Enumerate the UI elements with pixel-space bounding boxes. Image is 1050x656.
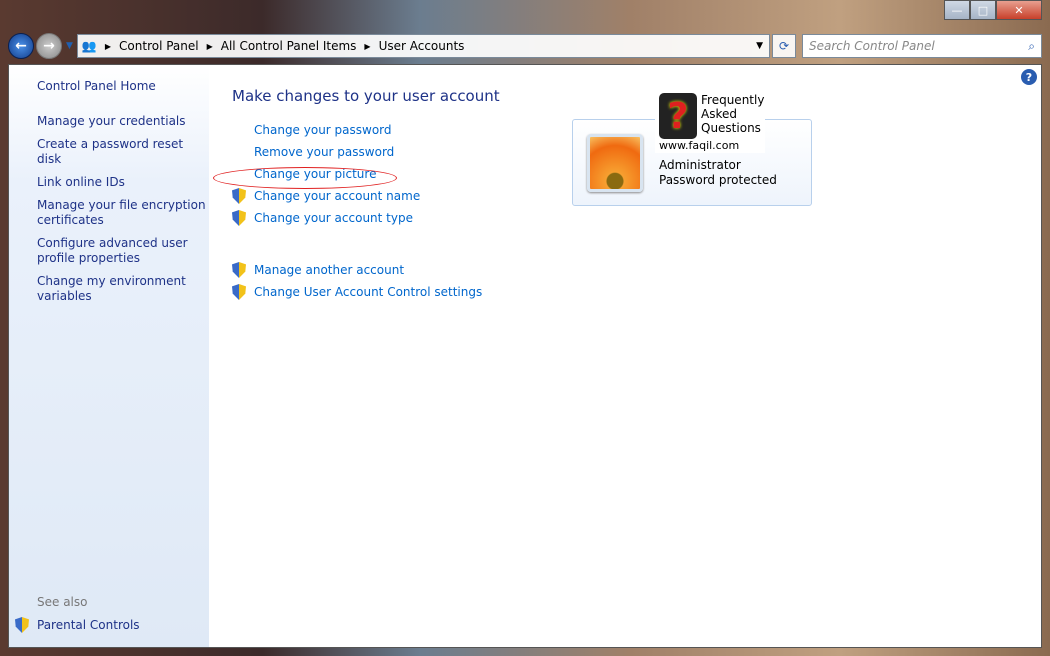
chevron-right-icon: ▶ xyxy=(104,41,112,51)
uac-shield-icon xyxy=(232,284,246,300)
chevron-right-icon[interactable]: ▶ xyxy=(364,42,370,51)
breadcrumb-control-panel[interactable]: Control Panel xyxy=(119,39,199,53)
sidebar-password-reset-disk[interactable]: Create a password reset disk xyxy=(37,137,209,167)
main-panel: ? Make changes to your user account Chan… xyxy=(209,65,1041,647)
page-title: Make changes to your user account xyxy=(232,87,500,105)
account-status: Password protected xyxy=(659,173,777,187)
sidebar-environment-variables[interactable]: Change my environment variables xyxy=(37,274,209,304)
highlight-circle xyxy=(213,167,397,189)
watermark-text: Frequently xyxy=(701,93,765,107)
watermark-url: www.faqil.com xyxy=(659,139,740,152)
change-account-type-link[interactable]: Change your account type xyxy=(232,207,1041,229)
breadcrumb-user-accounts[interactable]: User Accounts xyxy=(379,39,465,53)
navigation-bar: ← → ▼ 👥 ▶ Control Panel ▶ All Control Pa… xyxy=(8,32,1042,60)
watermark-text: Questions xyxy=(701,121,761,135)
recent-pages-dropdown[interactable]: ▼ xyxy=(66,41,73,51)
control-panel-icon: 👥 xyxy=(81,39,97,53)
task-label: Change User Account Control settings xyxy=(254,285,483,299)
question-mark-icon: ? xyxy=(659,93,697,139)
breadcrumb-all-items[interactable]: All Control Panel Items xyxy=(221,39,357,53)
task-label: Manage another account xyxy=(254,263,405,277)
manage-another-account-link[interactable]: Manage another account xyxy=(232,259,1041,281)
sidebar-advanced-profile[interactable]: Configure advanced user profile properti… xyxy=(37,236,209,266)
watermark-text: Asked xyxy=(701,107,737,121)
uac-shield-icon xyxy=(232,188,246,204)
uac-settings-link[interactable]: Change User Account Control settings xyxy=(232,281,1041,303)
search-placeholder: Search Control Panel xyxy=(809,39,935,53)
window-controls: — □ ✕ xyxy=(944,0,1042,20)
chevron-right-icon[interactable]: ▶ xyxy=(207,42,213,51)
account-name: Administrator xyxy=(659,158,741,172)
refresh-button[interactable]: ⟳ xyxy=(772,34,796,58)
search-input[interactable]: Search Control Panel ⌕ xyxy=(802,34,1042,58)
search-icon[interactable]: ⌕ xyxy=(1028,39,1035,54)
uac-shield-icon xyxy=(232,210,246,226)
address-dropdown-icon[interactable]: ▼ xyxy=(750,41,769,51)
parental-controls-link[interactable]: Parental Controls xyxy=(15,617,140,633)
maximize-button[interactable]: □ xyxy=(970,0,996,20)
sidebar-control-panel-home[interactable]: Control Panel Home xyxy=(37,79,209,94)
parental-controls-label: Parental Controls xyxy=(37,618,140,632)
sidebar-link-online-ids[interactable]: Link online IDs xyxy=(37,175,209,190)
account-picture xyxy=(587,134,643,192)
sidebar: Control Panel Home Manage your credentia… xyxy=(9,65,209,647)
see-also-label: See also xyxy=(37,595,88,609)
close-button[interactable]: ✕ xyxy=(996,0,1042,20)
sidebar-manage-credentials[interactable]: Manage your credentials xyxy=(37,114,209,129)
address-bar[interactable]: 👥 ▶ Control Panel ▶ All Control Panel It… xyxy=(76,34,770,58)
help-icon[interactable]: ? xyxy=(1021,69,1037,85)
uac-shield-icon xyxy=(15,617,29,633)
task-label: Change your account name xyxy=(254,189,421,203)
uac-shield-icon xyxy=(232,262,246,278)
content-area: Control Panel Home Manage your credentia… xyxy=(8,64,1042,648)
minimize-button[interactable]: — xyxy=(944,0,970,20)
forward-button[interactable]: → xyxy=(36,33,62,59)
back-button[interactable]: ← xyxy=(8,33,34,59)
task-label: Change your account type xyxy=(254,211,413,225)
faq-watermark-logo: ? Frequently Asked Questions www.faqil.com xyxy=(655,91,765,153)
sidebar-file-encryption[interactable]: Manage your file encryption certificates xyxy=(37,198,209,228)
